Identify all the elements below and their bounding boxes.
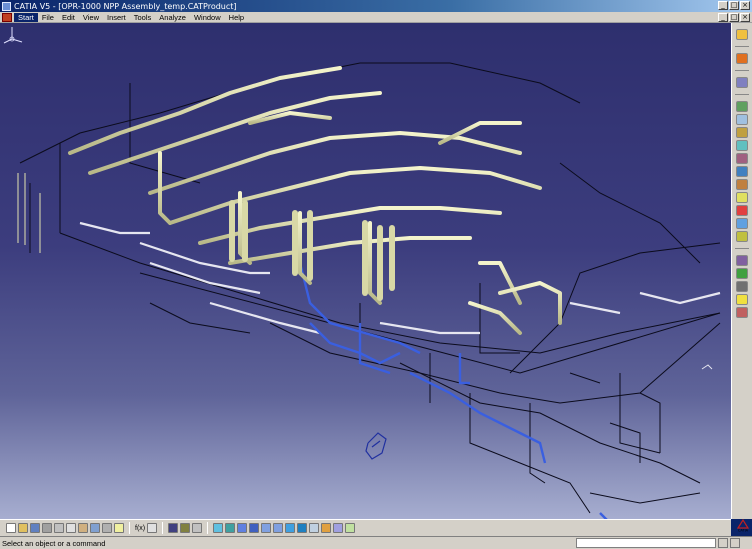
toolbar-separator	[129, 522, 130, 534]
angle-icon[interactable]	[736, 153, 748, 164]
menu-window[interactable]: Window	[190, 13, 225, 22]
redo-icon[interactable]	[102, 523, 112, 533]
open-icon[interactable]	[18, 523, 28, 533]
select-icon[interactable]	[736, 29, 748, 40]
doc-minimize-button[interactable]: _	[718, 13, 728, 22]
pipe-assembly-model[interactable]	[0, 23, 731, 519]
minimize-button[interactable]: _	[718, 1, 728, 10]
fly-mode-icon[interactable]	[213, 523, 224, 533]
menu-analyze[interactable]: Analyze	[155, 13, 190, 22]
contact-icon[interactable]	[736, 127, 748, 138]
window-title: CATIA V5 - [OPR-1000 NPP Assembly_temp.C…	[14, 1, 237, 11]
catalog-browser-icon[interactable]	[168, 523, 179, 533]
light-icon[interactable]	[736, 294, 748, 305]
knowledge-icon[interactable]	[180, 523, 191, 533]
menu-insert[interactable]: Insert	[103, 13, 130, 22]
right-toolbar	[731, 23, 752, 519]
menu-bar: Start File Edit View Insert Tools Analyz…	[0, 12, 752, 23]
hide-show-icon[interactable]	[321, 523, 332, 533]
catia-logo: CATIA	[736, 518, 750, 533]
explode-icon[interactable]	[736, 179, 748, 190]
title-bar: CATIA V5 - [OPR-1000 NPP Assembly_temp.C…	[0, 0, 752, 12]
menu-file[interactable]: File	[38, 13, 58, 22]
status-message: Select an object or a command	[2, 538, 106, 548]
menu-view[interactable]: View	[79, 13, 103, 22]
constraint-icon[interactable]	[736, 101, 748, 112]
menu-tools[interactable]: Tools	[130, 13, 156, 22]
snap-icon[interactable]	[736, 268, 748, 279]
toolbar-separator	[735, 70, 749, 71]
zoom-in-icon[interactable]	[261, 523, 272, 533]
new-icon[interactable]	[6, 523, 16, 533]
toolbar-separator	[735, 46, 749, 47]
tiny-marker	[701, 364, 713, 370]
command-input[interactable]	[576, 538, 716, 548]
toolbar-separator	[162, 522, 164, 534]
toolbar-separator	[735, 94, 749, 95]
swap-space-icon[interactable]	[333, 523, 344, 533]
valve-cluster-blue[interactable]	[365, 432, 387, 460]
rotate-icon[interactable]	[249, 523, 260, 533]
start-icon[interactable]	[2, 12, 12, 22]
left-supports	[17, 173, 41, 253]
menu-edit[interactable]: Edit	[58, 13, 79, 22]
clash-icon[interactable]	[736, 205, 748, 216]
print-icon[interactable]	[42, 523, 52, 533]
maximize-button[interactable]: □	[729, 1, 739, 10]
bom-table-icon[interactable]	[192, 523, 203, 533]
scene-icon[interactable]	[736, 307, 748, 318]
copy-icon[interactable]	[66, 523, 76, 533]
main-pipe-network	[68, 66, 562, 335]
formula-button[interactable]: f(x)	[135, 525, 145, 532]
3d-viewport[interactable]	[0, 23, 731, 519]
status-bar: Select an object or a command	[0, 536, 752, 549]
vertical-pipe-columns	[229, 200, 395, 301]
offset-icon[interactable]	[736, 140, 748, 151]
update-icon[interactable]	[736, 166, 748, 177]
measure-icon[interactable]	[736, 231, 748, 242]
shading-icon[interactable]	[309, 523, 320, 533]
catalog-icon[interactable]	[736, 281, 748, 292]
whats-this-icon[interactable]	[114, 523, 124, 533]
command-end-icon[interactable]	[730, 538, 740, 548]
doc-close-button[interactable]: ×	[740, 13, 750, 22]
camera-icon[interactable]	[345, 523, 356, 533]
pan-icon[interactable]	[237, 523, 248, 533]
catia-app-icon[interactable]	[2, 1, 11, 11]
toolbar-separator	[735, 248, 749, 249]
cut-icon[interactable]	[54, 523, 64, 533]
manipulate-icon[interactable]	[736, 192, 748, 203]
bom-icon[interactable]	[736, 255, 748, 266]
close-button[interactable]: ×	[740, 1, 750, 10]
paste-icon[interactable]	[78, 523, 88, 533]
command-stop-icon[interactable]	[718, 538, 728, 548]
save-icon[interactable]	[30, 523, 40, 533]
bottom-toolbar: f(x)	[0, 519, 731, 536]
assembly-icon[interactable]	[736, 77, 748, 88]
normal-view-icon[interactable]	[285, 523, 296, 533]
toolbar-separator	[207, 522, 209, 534]
undo-icon[interactable]	[90, 523, 100, 533]
compass-icon[interactable]	[0, 23, 24, 45]
doc-restore-button[interactable]: □	[729, 13, 739, 22]
comment-icon[interactable]	[147, 523, 158, 533]
menu-start[interactable]: Start	[14, 12, 38, 22]
section-icon[interactable]	[736, 218, 748, 229]
svg-text:CATIA: CATIA	[738, 529, 749, 533]
zoom-out-icon[interactable]	[273, 523, 284, 533]
iso-view-icon[interactable]	[297, 523, 308, 533]
fix-icon[interactable]	[736, 114, 748, 125]
fit-all-icon[interactable]	[225, 523, 236, 533]
menu-help[interactable]: Help	[225, 13, 248, 22]
sketcher-icon[interactable]	[736, 53, 748, 64]
